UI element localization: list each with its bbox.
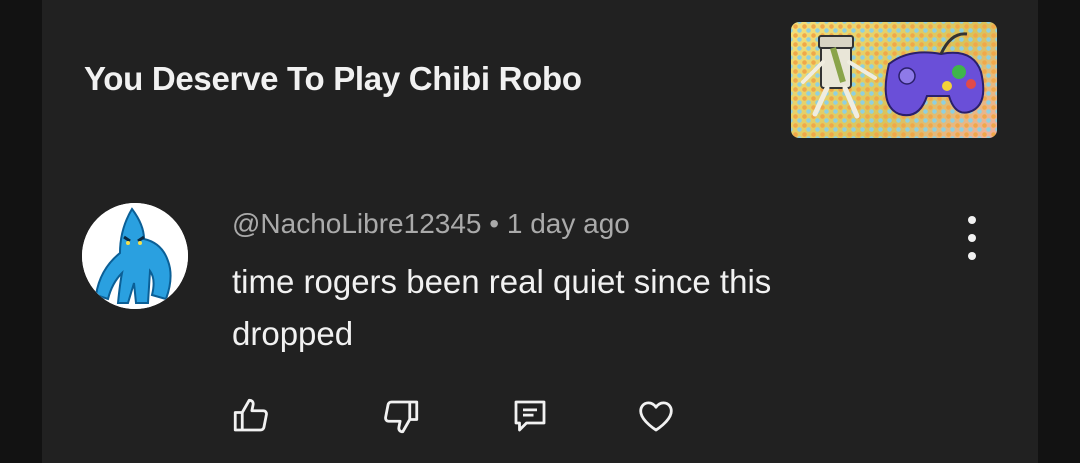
- dislike-button[interactable]: [380, 395, 422, 437]
- more-vertical-icon: [968, 216, 976, 224]
- video-thumbnail[interactable]: [791, 22, 997, 138]
- thumbs-down-icon: [384, 400, 419, 434]
- avatar[interactable]: [82, 203, 188, 309]
- comment-timestamp: 1 day ago: [506, 208, 630, 239]
- more-vertical-icon: [968, 252, 976, 260]
- comment-text: time rogers been real quiet since this d…: [232, 263, 772, 352]
- reply-button[interactable]: [509, 395, 551, 437]
- comment-meta: @NachoLibre12345 • 1 day ago: [232, 208, 630, 240]
- heart-button[interactable]: [635, 395, 677, 437]
- avatar-image: [82, 203, 188, 309]
- thumbs-up-icon: [233, 398, 268, 432]
- thumbnail-artwork: [801, 32, 985, 119]
- more-options-button[interactable]: [958, 212, 986, 264]
- like-button[interactable]: [230, 395, 272, 437]
- comment-icon: [514, 400, 546, 432]
- meta-separator: •: [489, 208, 500, 239]
- more-vertical-icon: [968, 234, 976, 242]
- video-title[interactable]: You Deserve To Play Chibi Robo: [84, 60, 582, 98]
- heart-icon: [639, 401, 673, 432]
- comment-author[interactable]: @NachoLibre12345: [232, 208, 481, 239]
